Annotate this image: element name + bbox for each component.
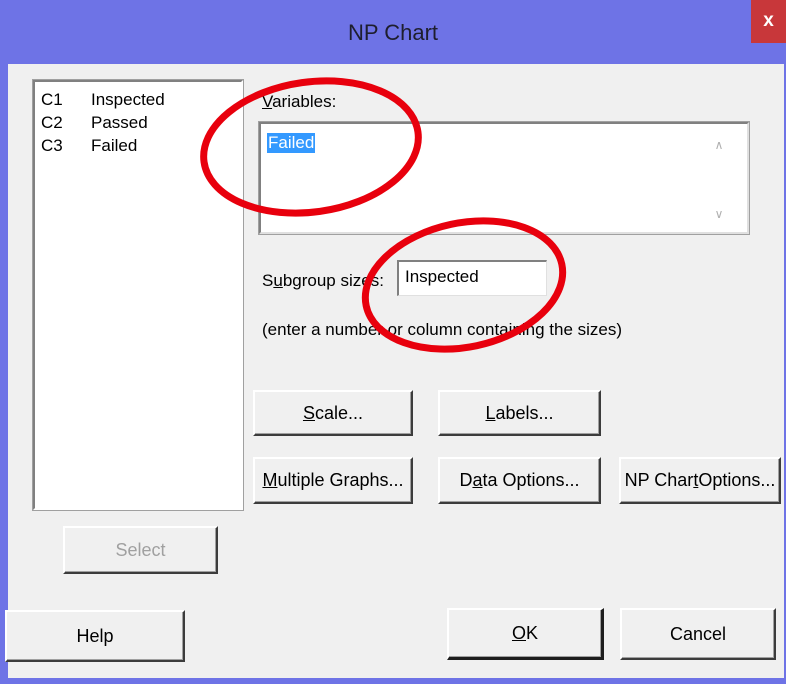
dialog-title: NP Chart xyxy=(347,20,439,45)
scale-button[interactable]: Scale... xyxy=(253,390,413,436)
column-id: C3 xyxy=(41,136,63,155)
multiple-graphs-button[interactable]: Multiple Graphs... xyxy=(253,457,413,504)
column-name: Passed xyxy=(91,113,148,132)
variables-value: Failed xyxy=(267,133,316,153)
dialog-body: C1 Inspected C2 Passed C3 Failed Variabl… xyxy=(5,64,784,678)
variables-label: Variables: xyxy=(262,92,337,111)
cancel-button[interactable]: Cancel xyxy=(620,608,776,660)
np-chart-options-button[interactable]: NP Char t Options... xyxy=(619,457,781,504)
ok-button[interactable]: OK xyxy=(447,608,604,660)
column-list[interactable]: C1 Inspected C2 Passed C3 Failed xyxy=(32,79,244,511)
scroll-down-icon[interactable]: ∨ xyxy=(709,207,729,221)
help-button[interactable]: Help xyxy=(5,610,185,662)
labels-button[interactable]: Labels... xyxy=(438,390,601,436)
subgroup-sizes-label: Subgroup sizes: xyxy=(262,271,384,290)
column-name: Failed xyxy=(91,136,138,155)
column-id: C2 xyxy=(41,113,63,132)
data-options-button[interactable]: Da ta Options... xyxy=(438,457,601,504)
title-bar: NP Chart x xyxy=(0,0,786,64)
select-button[interactable]: Select xyxy=(63,526,218,574)
subgroup-sizes-hint: (enter a number or column containing the… xyxy=(262,320,623,339)
subgroup-sizes-input[interactable]: Inspected xyxy=(397,260,547,296)
scroll-up-icon[interactable]: ∧ xyxy=(709,138,729,152)
variables-field[interactable]: Failed ∧ ∨ xyxy=(258,121,750,235)
close-button[interactable]: x xyxy=(751,0,786,43)
column-id: C1 xyxy=(41,90,63,109)
column-name: Inspected xyxy=(91,90,165,109)
np-chart-dialog: NP Chart x C1 Inspected C2 Passed C3 Fai… xyxy=(0,0,786,684)
